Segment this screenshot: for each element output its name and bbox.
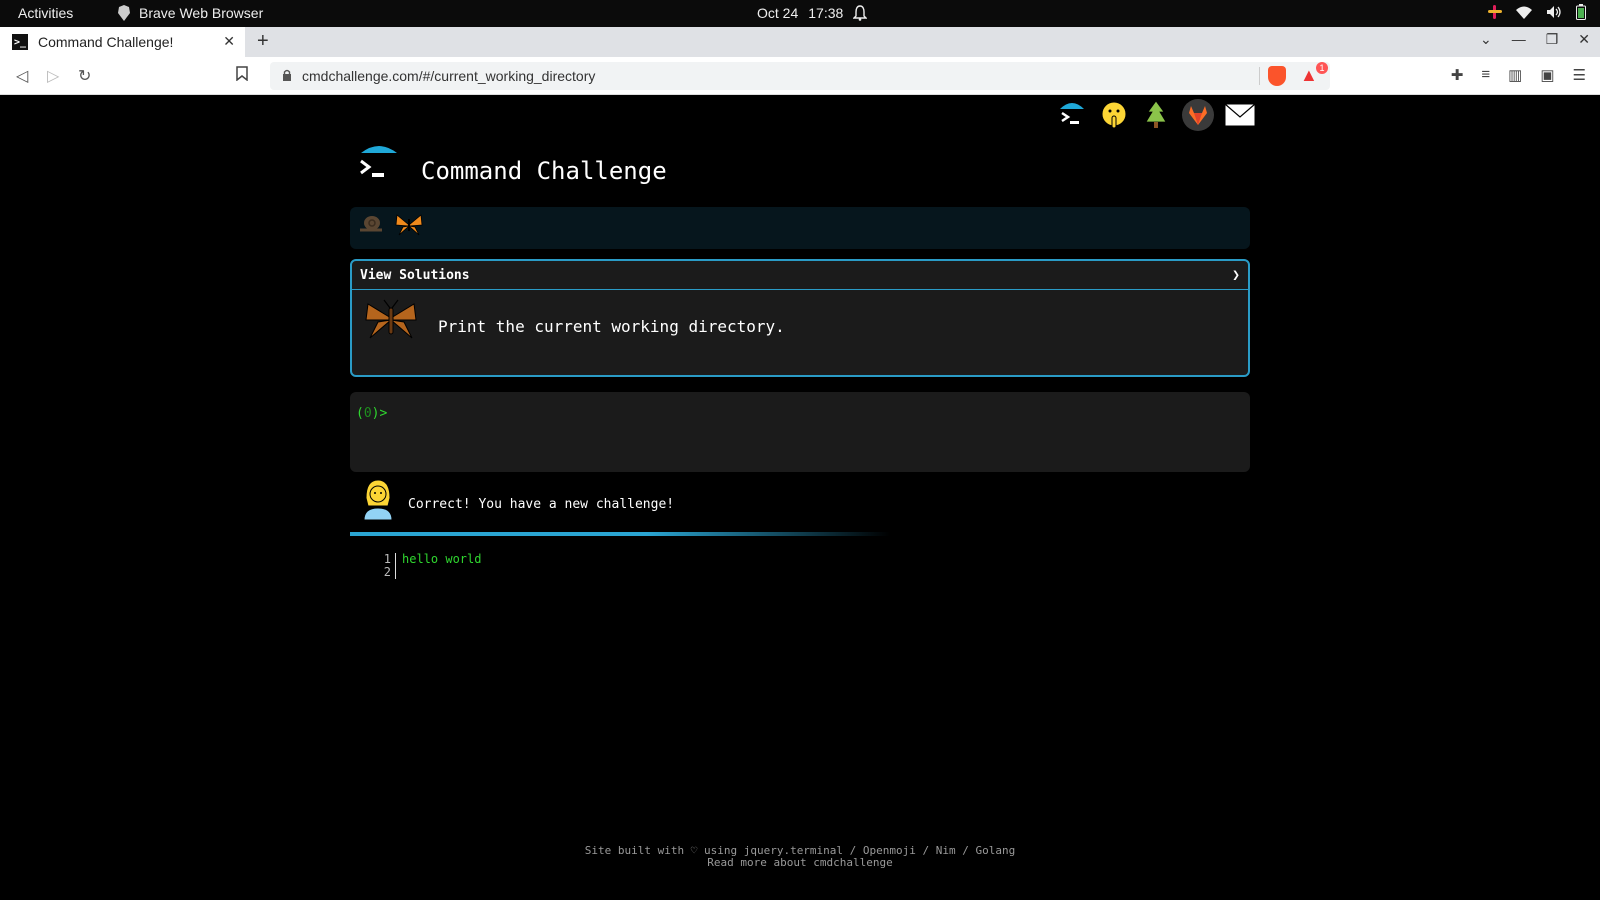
prompt-close: )>	[371, 406, 388, 421]
site-logo-icon	[358, 143, 402, 187]
chevron-right-icon: ❯	[1232, 267, 1240, 283]
clock[interactable]: Oct 24 17:38	[757, 5, 868, 21]
wallet-icon[interactable]: ▣	[1540, 66, 1554, 84]
date-label: Oct 24	[757, 5, 799, 21]
page-content: Command Challenge View Solutions ❯ Print…	[0, 95, 1600, 900]
new-tab-button[interactable]: +	[257, 30, 269, 53]
output-text: hello world	[402, 552, 482, 566]
tab-title: Command Challenge!	[38, 34, 174, 50]
brave-lion-icon	[117, 5, 131, 21]
output-line: 1 hello world	[380, 553, 481, 566]
social-links	[1055, 98, 1257, 132]
feedback-message: Correct! You have a new challenge!	[408, 496, 675, 512]
output-line: 2	[380, 566, 481, 579]
navigation-bar: ◁ ▷ ↻ cmdchallenge.com/#/current_working…	[0, 57, 1600, 95]
challenge-body: Print the current working directory.	[352, 290, 1248, 363]
playlist-icon[interactable]: ≡	[1481, 66, 1490, 84]
footer: Site built with ♡ using jquery.terminal …	[0, 845, 1600, 869]
shushing-face-icon[interactable]	[1097, 98, 1131, 132]
view-solutions-toggle[interactable]: View Solutions ❯	[352, 261, 1248, 290]
brave-shields-icon[interactable]	[1268, 66, 1286, 86]
notification-bell-icon	[853, 5, 868, 21]
challenge-description: Print the current working directory.	[438, 317, 785, 336]
sidebar-icon[interactable]: ▥	[1508, 66, 1522, 84]
line-number: 2	[380, 566, 396, 579]
system-tray[interactable]	[1488, 4, 1586, 20]
toolbar-right: ✚ ≡ ▥ ▣ ☰	[1451, 66, 1586, 84]
rewards-badge: 1	[1316, 62, 1328, 74]
tab-command-challenge[interactable]: >_ Command Challenge! ✕	[0, 27, 245, 57]
app-menu[interactable]: Brave Web Browser	[117, 5, 263, 21]
prompt-open: (	[356, 406, 364, 421]
forward-icon[interactable]: ▷	[47, 66, 59, 86]
close-window-icon[interactable]: ✕	[1578, 31, 1590, 48]
progress-bar	[350, 532, 890, 536]
address-bar[interactable]: cmdchallenge.com/#/current_working_direc…	[270, 62, 1330, 90]
bookmark-icon[interactable]	[236, 66, 248, 86]
reload-icon[interactable]: ↻	[78, 66, 91, 86]
email-icon[interactable]	[1223, 98, 1257, 132]
achievement-badges	[350, 207, 1250, 249]
tab-close-icon[interactable]: ✕	[223, 33, 235, 50]
woman-icon	[362, 478, 394, 530]
tree-icon[interactable]	[1139, 98, 1173, 132]
view-solutions-label: View Solutions	[360, 267, 470, 283]
terminal-favicon-icon: >_	[12, 34, 28, 50]
activities-button[interactable]: Activities	[18, 5, 73, 21]
butterfly-icon	[394, 213, 424, 243]
terminal-prompt: (0)>	[356, 406, 387, 421]
window-controls: ⌄ — ❐ ✕	[1480, 31, 1590, 48]
tab-strip: >_ Command Challenge! ✕ + ⌄ — ❐ ✕	[0, 27, 1600, 57]
restore-icon[interactable]: ❐	[1546, 31, 1559, 48]
url-text: cmdchallenge.com/#/current_working_direc…	[302, 68, 596, 84]
tab-search-chevron-icon[interactable]: ⌄	[1480, 31, 1492, 48]
battery-icon	[1576, 4, 1586, 20]
cmdchallenge-logo-icon[interactable]	[1055, 98, 1089, 132]
app-name: Brave Web Browser	[139, 5, 264, 21]
footer-read-more-link[interactable]: Read more about cmdchallenge	[0, 857, 1600, 869]
back-icon[interactable]: ◁	[16, 66, 28, 86]
extensions-icon[interactable]: ✚	[1451, 66, 1464, 84]
wifi-icon	[1516, 6, 1532, 19]
time-label: 17:38	[808, 5, 844, 21]
prompt-count: 0	[363, 406, 372, 421]
moth-icon	[364, 298, 418, 355]
menu-icon[interactable]: ☰	[1573, 66, 1586, 84]
feedback-row: Correct! You have a new challenge!	[362, 478, 674, 530]
slack-icon	[1488, 5, 1502, 19]
challenge-panel: View Solutions ❯ Print the current worki…	[350, 259, 1250, 377]
page-title: Command Challenge	[421, 157, 667, 185]
snail-icon	[358, 213, 384, 239]
os-top-bar: Activities Brave Web Browser Oct 24 17:3…	[0, 0, 1600, 27]
minimize-icon[interactable]: —	[1512, 31, 1526, 48]
terminal-input[interactable]: (0)>	[350, 392, 1250, 472]
omnibox-divider	[1259, 67, 1260, 85]
command-output: 1 hello world 2	[380, 553, 481, 579]
lock-icon	[282, 69, 292, 84]
volume-icon	[1546, 5, 1562, 19]
gitlab-icon[interactable]	[1181, 98, 1215, 132]
